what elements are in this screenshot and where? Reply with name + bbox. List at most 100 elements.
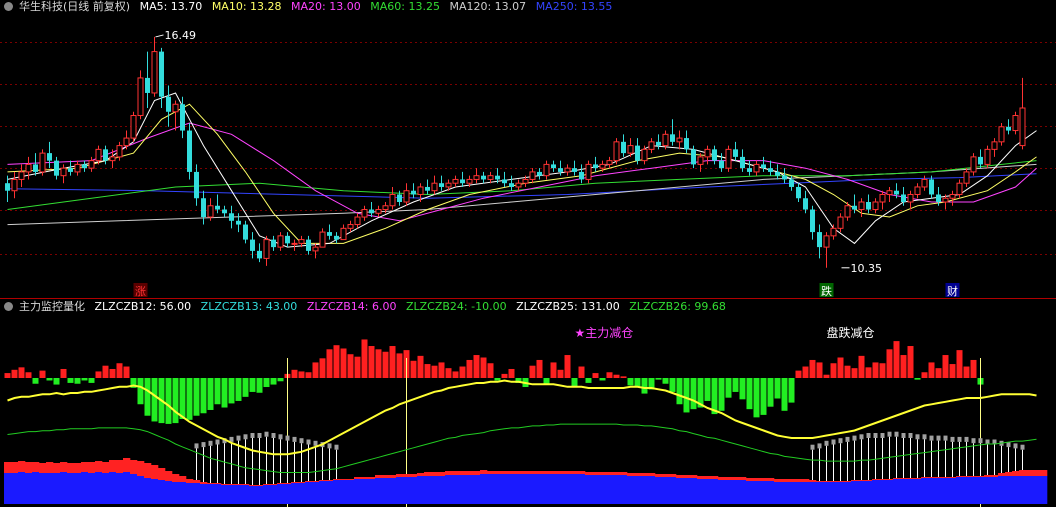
flow-bar-blue [137, 476, 145, 504]
flow-bar-red [109, 460, 117, 472]
flow-bar-blue [998, 476, 1006, 504]
event-marker: 跌 [821, 284, 832, 298]
candle [593, 156, 598, 172]
flow-bar-red [67, 463, 75, 473]
candle-body-up [956, 182, 963, 195]
histogram-bar-down [732, 378, 739, 392]
candle-body-up [11, 178, 18, 192]
flow-bar-blue [11, 473, 19, 504]
flow-bar-red [347, 479, 355, 480]
gray-needle-head [285, 435, 290, 441]
flow-bar-red [39, 463, 47, 473]
flow-bar-red [592, 472, 600, 475]
histogram-bar-down [627, 378, 634, 386]
candle [579, 164, 584, 184]
candle-body-up [991, 141, 998, 150]
candle-body-down [54, 160, 59, 176]
candle-body-down [68, 168, 73, 172]
panel-toggle-icon[interactable] [4, 302, 13, 311]
candle [817, 224, 822, 259]
candle-body-down [782, 175, 787, 180]
histogram-bar-up [431, 365, 438, 378]
candle-body-up [431, 182, 438, 192]
flow-bar-blue [214, 484, 222, 504]
candle-body-down [166, 96, 171, 112]
flow-bar-red [249, 485, 257, 486]
candle [670, 119, 675, 146]
flow-bar-red [298, 482, 306, 483]
flow-bar-red [333, 479, 341, 480]
flow-bar-blue [60, 472, 68, 504]
candle-body-up [109, 156, 116, 162]
flow-bar-blue [130, 474, 138, 504]
candle-body-up [60, 167, 67, 177]
flow-bar-blue [634, 476, 642, 504]
candle-body-up [585, 163, 592, 180]
histogram-bar-up [487, 363, 494, 378]
histogram-bar-down [242, 378, 249, 397]
candle [725, 145, 732, 172]
flow-bar-red [802, 479, 810, 482]
flow-bar-red [130, 460, 138, 474]
histogram-bar-up [452, 371, 459, 378]
histogram-bar-up [529, 365, 536, 378]
candle [145, 51, 150, 108]
histogram-bar-down [235, 378, 242, 401]
flow-bar-red [361, 477, 369, 479]
ma60-readout: MA60: 13.25 [370, 0, 440, 13]
histogram-bar-down [690, 378, 697, 410]
flow-bar-red [606, 472, 614, 475]
flow-bar-red [921, 477, 929, 478]
candle [761, 156, 766, 172]
flow-bar-blue [396, 477, 404, 504]
candle-body-up [515, 182, 522, 188]
histogram-bar-down [543, 378, 550, 384]
candle [551, 160, 556, 172]
flow-bar-red [655, 474, 663, 477]
candle [963, 168, 970, 187]
gray-needle-head [845, 436, 850, 442]
candle [509, 175, 514, 191]
candle [635, 138, 640, 165]
candle-body-down [537, 171, 542, 176]
candle-body-up [354, 216, 361, 226]
gray-needle-head [859, 434, 864, 440]
flow-bar-blue [347, 480, 355, 504]
candle [11, 171, 18, 199]
flow-bar-red [137, 461, 145, 476]
flow-bar-red [214, 483, 222, 484]
flow-bar-blue [872, 480, 880, 504]
flow-bar-red [242, 484, 250, 485]
candle [361, 205, 368, 221]
candle-body-up [319, 231, 326, 248]
gray-needle-head [236, 435, 241, 441]
histogram-bar-down [585, 378, 592, 383]
candle-body-down [502, 179, 507, 184]
candle-body-up [207, 205, 214, 218]
candle [271, 235, 276, 251]
histogram-bar-up [564, 355, 571, 378]
histogram-bar-down [571, 378, 578, 388]
histogram-bar-up [536, 359, 543, 378]
histogram-bar-up [879, 363, 886, 378]
candle-body-up [375, 209, 382, 214]
histogram-bar-down [263, 378, 270, 388]
gray-needle-head [971, 438, 976, 444]
gray-needle-head [887, 431, 892, 437]
histogram-bar-down [193, 378, 200, 416]
candle-body-up [543, 163, 550, 177]
histogram-bar-down [494, 378, 501, 381]
flow-bar-blue [53, 473, 61, 504]
candle-body-down [194, 171, 199, 199]
histogram-bar-up [858, 355, 865, 378]
candle-body-up [1012, 115, 1019, 132]
flow-bar-blue [431, 476, 439, 504]
flow-bar-red [256, 485, 264, 486]
flow-bar-red [88, 462, 96, 473]
flow-bar-red [977, 476, 985, 477]
candle-body-up [564, 167, 571, 173]
candle-body-up [970, 156, 977, 173]
panel-toggle-icon[interactable] [4, 2, 13, 11]
histogram-bar-up [123, 366, 130, 378]
candle-body-down [425, 186, 430, 191]
